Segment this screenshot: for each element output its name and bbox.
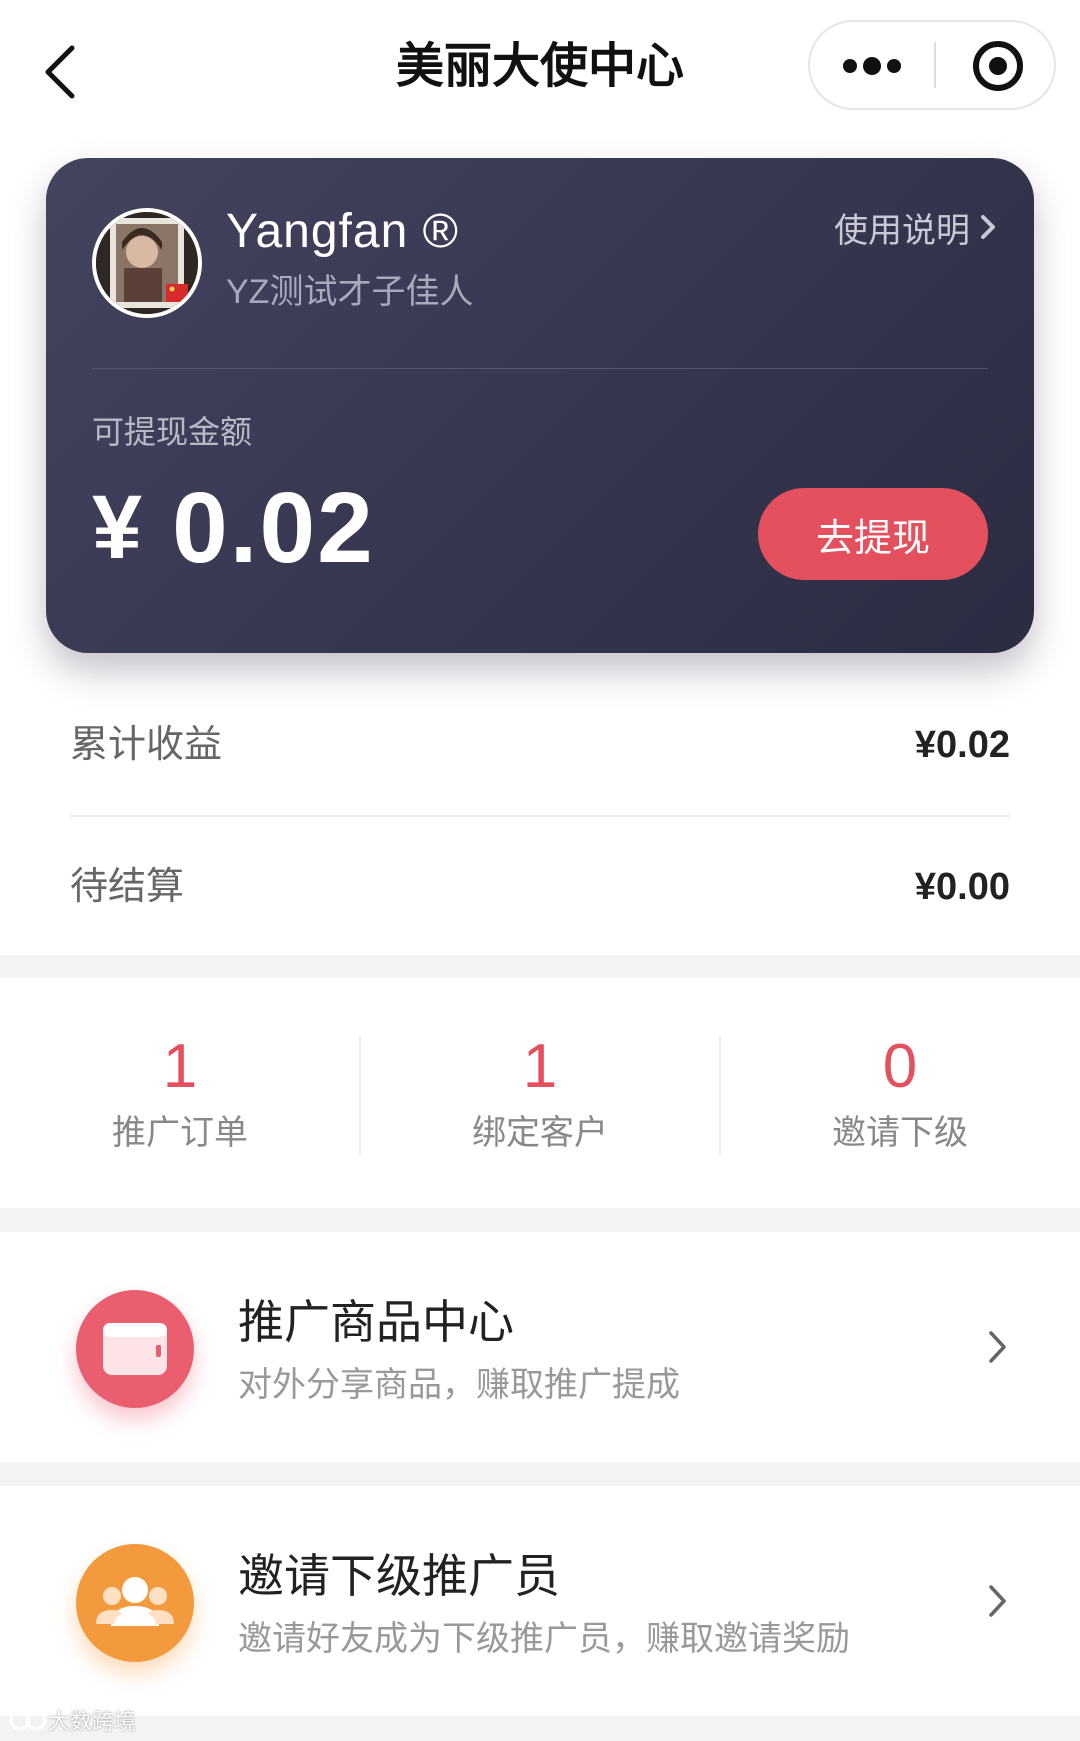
menu-title: 推广商品中心 xyxy=(238,1296,514,1348)
group-users-icon-badge xyxy=(76,1544,194,1662)
chevron-right-icon xyxy=(989,1331,1006,1363)
wallet-icon-badge xyxy=(76,1290,194,1408)
menu-subtitle: 邀请好友成为下级推广员，赚取邀请奖励 xyxy=(238,1620,850,1658)
avatar-photo xyxy=(96,212,198,314)
pending-settlement-label: 待结算 xyxy=(70,866,185,908)
pending-settlement-value: ¥0.00 xyxy=(914,866,1010,908)
username: Yangfan ® xyxy=(226,205,459,258)
withdraw-button[interactable]: 去提现 xyxy=(758,488,988,580)
more-button[interactable] xyxy=(810,22,934,108)
close-button[interactable] xyxy=(936,22,1054,108)
help-link[interactable]: 使用说明 xyxy=(834,202,998,252)
stats-panel: 1 推广订单 1 绑定客户 0 邀请下级 xyxy=(0,978,1080,1208)
menu-subtitle: 对外分享商品，赚取推广提成 xyxy=(238,1366,680,1404)
stat-bound-customers[interactable]: 1 绑定客户 xyxy=(360,978,720,1208)
chevron-right-icon xyxy=(981,215,995,239)
watermark-text: 大数跨境 xyxy=(48,1709,137,1734)
navigation-bar: 美丽大使中心 xyxy=(0,0,1080,135)
stat-value: 1 xyxy=(522,1032,558,1101)
total-earnings-value: ¥0.02 xyxy=(914,724,1010,766)
target-close-icon xyxy=(973,41,1023,91)
stat-value: 0 xyxy=(882,1032,918,1101)
stat-promotion-orders[interactable]: 1 推广订单 xyxy=(0,978,360,1208)
watermark: 大数跨境 xyxy=(8,1704,136,1736)
currency-symbol: ¥ xyxy=(92,477,143,578)
watermark-logo-icon xyxy=(9,1709,47,1731)
stat-label: 邀请下级 xyxy=(832,1114,968,1152)
wallet-icon xyxy=(103,1323,167,1375)
balance-card: Yangfan ® YZ测试才子佳人 使用说明 可提现金额 ¥ 0.02 去提现 xyxy=(46,158,1034,653)
card-divider xyxy=(92,368,988,369)
store-name: YZ测试才子佳人 xyxy=(226,273,474,311)
avatar[interactable] xyxy=(92,208,202,318)
chevron-right-icon xyxy=(989,1585,1006,1617)
mini-program-capsule xyxy=(808,20,1056,110)
menu-item-promotion-center[interactable]: 推广商品中心 对外分享商品，赚取推广提成 xyxy=(0,1232,1080,1462)
row-divider xyxy=(70,815,1010,817)
help-label: 使用说明 xyxy=(834,211,970,250)
available-amount-value: 0.02 xyxy=(172,471,375,584)
group-users-icon xyxy=(96,1577,174,1626)
stat-label: 绑定客户 xyxy=(472,1114,608,1152)
menu-title: 邀请下级推广员 xyxy=(238,1550,560,1602)
total-earnings-label: 累计收益 xyxy=(70,724,223,766)
stat-invited-subordinates[interactable]: 0 邀请下级 xyxy=(720,978,1080,1208)
more-dots-icon xyxy=(843,57,901,75)
available-amount-label: 可提现金额 xyxy=(92,414,253,450)
available-amount: ¥ 0.02 xyxy=(92,468,375,588)
stat-label: 推广订单 xyxy=(112,1114,248,1152)
stat-value: 1 xyxy=(162,1032,198,1101)
menu-item-invite-promoter[interactable]: 邀请下级推广员 邀请好友成为下级推广员，赚取邀请奖励 xyxy=(0,1486,1080,1716)
